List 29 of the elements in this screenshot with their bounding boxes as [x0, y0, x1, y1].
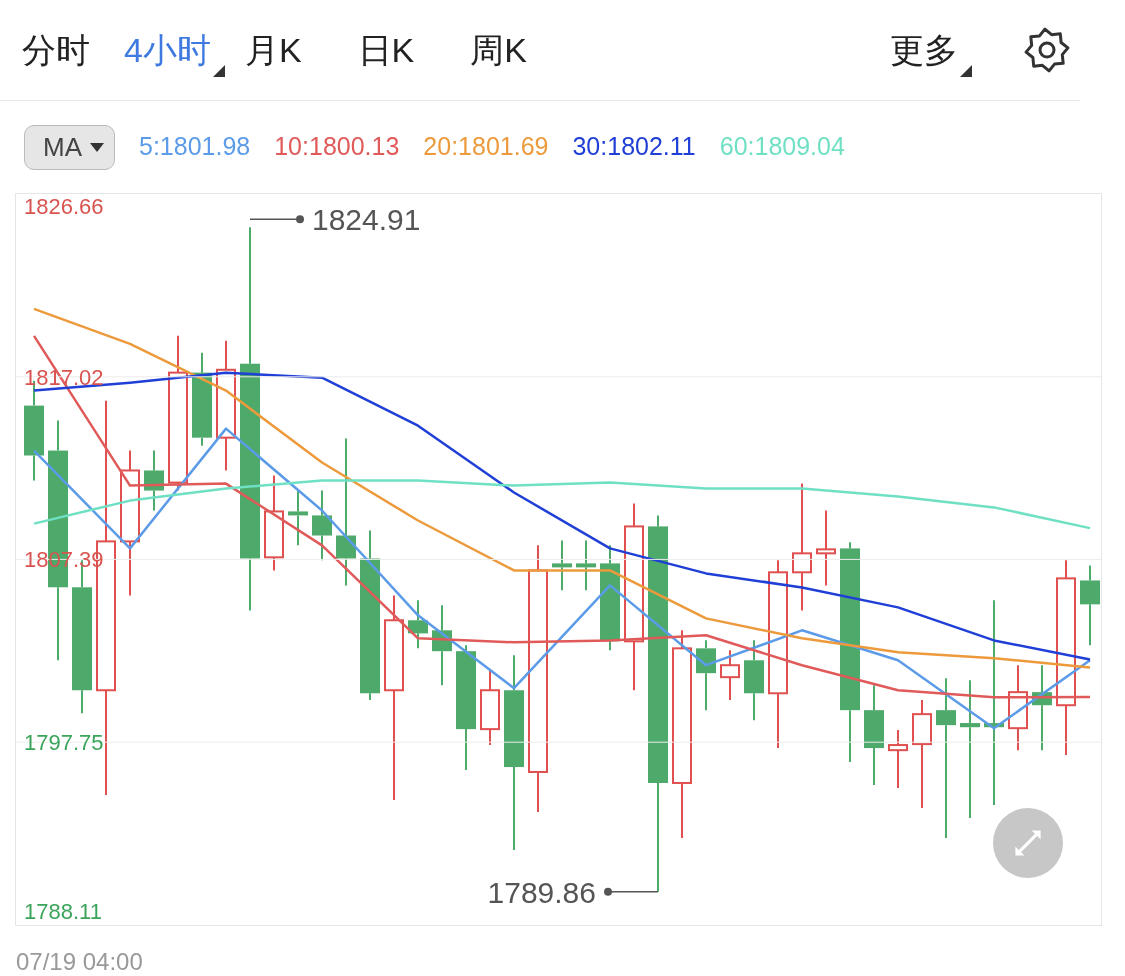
annotation: 1824.91	[312, 203, 421, 237]
candlestick	[552, 539, 572, 592]
price-callout: 1789.86	[487, 875, 659, 909]
caret-icon	[90, 142, 104, 152]
candlestick	[408, 599, 428, 650]
candlestick	[576, 539, 596, 592]
settings-icon[interactable]	[1024, 27, 1070, 73]
moving-average-value: 20:1801.69	[423, 131, 549, 163]
more-menu[interactable]: 更多	[890, 33, 972, 77]
moving-average-value: 60:1809.04	[719, 131, 845, 163]
date-label: 07/19 04:00	[15, 947, 143, 976]
price-callout: 1824.91	[249, 203, 421, 237]
timeframe-tab[interactable]: 分时	[22, 33, 90, 67]
axis-label: 1797.75	[24, 730, 104, 756]
timeframe-tab[interactable]: 日K	[357, 33, 415, 67]
axis-label: 1826.66	[24, 194, 104, 219]
candlestick	[720, 649, 740, 702]
timeframe-tab[interactable]: 周K	[470, 33, 527, 67]
axis-label: 1788.11	[24, 899, 102, 924]
candlestick	[888, 729, 908, 790]
candlestick	[144, 449, 164, 512]
annotation: 1789.86	[487, 875, 596, 909]
moving-average-value: 5:1801.98	[139, 131, 251, 163]
moving-average-value: 10:1800.13	[274, 131, 400, 163]
moving-average-value: 30:1802.11	[572, 131, 696, 163]
indicator-dropdown[interactable]: MA	[24, 124, 115, 170]
timeframe-tab[interactable]: 月K	[244, 33, 302, 67]
timeframe-tab[interactable]: 4小时	[124, 33, 225, 77]
candlestick	[288, 489, 308, 547]
